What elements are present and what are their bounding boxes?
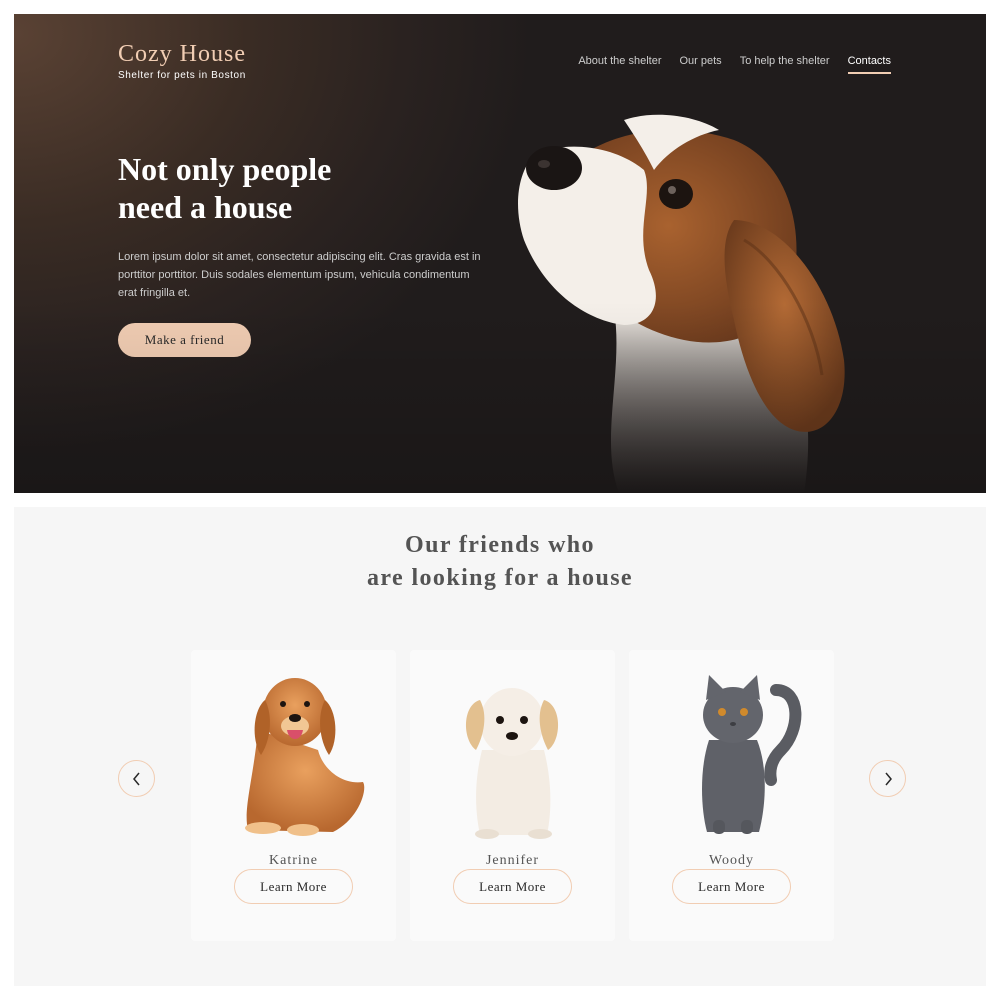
learn-more-button[interactable]: Learn More bbox=[453, 869, 572, 904]
chevron-right-icon bbox=[885, 772, 892, 786]
hero-title-line2: need a house bbox=[118, 189, 293, 225]
pet-name: Woody bbox=[708, 853, 755, 868]
hero-title: Not only people need a house bbox=[118, 150, 438, 226]
learn-more-button[interactable]: Learn More bbox=[234, 869, 353, 904]
nav-item-help[interactable]: To help the shelter bbox=[740, 55, 830, 74]
chevron-left-icon bbox=[133, 772, 140, 786]
logo-title: Cozy House bbox=[118, 41, 246, 67]
logo[interactable]: Cozy House Shelter for pets in Boston bbox=[118, 42, 246, 81]
pets-section: Our friends who are looking for a house bbox=[14, 507, 986, 986]
slider-prev-button[interactable] bbox=[118, 760, 155, 797]
pets-title-line1: Our friends who bbox=[405, 532, 595, 558]
beagle-puppy-image bbox=[518, 114, 845, 493]
nav-item-our-pets[interactable]: Our pets bbox=[680, 55, 722, 74]
pets-title-line2: are looking for a house bbox=[366, 565, 633, 591]
pet-card-katrine[interactable]: Katrine Learn More bbox=[191, 650, 396, 941]
golden-retriever-image bbox=[245, 678, 365, 836]
nav-item-about[interactable]: About the shelter bbox=[578, 55, 661, 74]
hero-title-line1: Not only people bbox=[118, 151, 332, 187]
slider-next-button[interactable] bbox=[869, 760, 906, 797]
pets-section-title: Our friends who are looking for a house bbox=[14, 529, 986, 595]
make-a-friend-button[interactable]: Make a friend bbox=[118, 323, 251, 357]
logo-subtitle: Shelter for pets in Boston bbox=[118, 70, 246, 81]
main-nav: About the shelter Our pets To help the s… bbox=[578, 55, 891, 74]
hero-section: Cozy House Shelter for pets in Boston Ab… bbox=[14, 14, 986, 493]
learn-more-button[interactable]: Learn More bbox=[672, 869, 791, 904]
pet-card-jennifer[interactable]: Jennifer Learn More bbox=[410, 650, 615, 941]
hero-description: Lorem ipsum dolor sit amet, consectetur … bbox=[118, 251, 481, 299]
puppy-image bbox=[465, 688, 559, 839]
pet-name: Jennifer bbox=[485, 853, 540, 868]
pet-card-woody[interactable]: Woody Learn More bbox=[629, 650, 834, 941]
pet-name: Katrine bbox=[269, 853, 318, 868]
grey-cat-image bbox=[702, 675, 802, 834]
nav-item-contacts[interactable]: Contacts bbox=[847, 55, 891, 74]
